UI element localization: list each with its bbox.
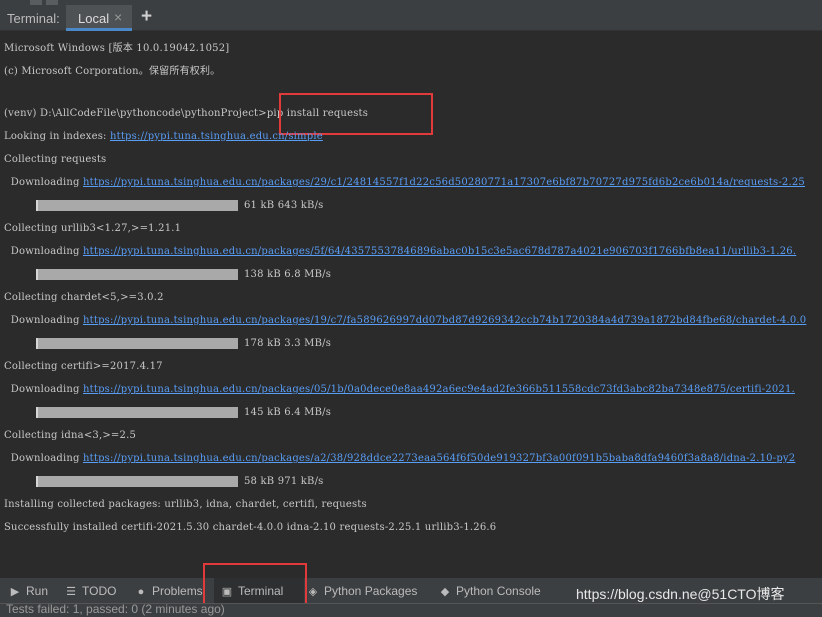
terminal-output[interactable]: Microsoft Windows [版本 10.0.19042.1052] (… (0, 31, 822, 576)
new-tab-plus-icon[interactable]: + (141, 6, 152, 28)
terminal-line: Collecting urllib3<1.27,>=1.21.1 (4, 223, 182, 234)
download-line: Downloading https://pypi.tuna.tsinghua.e… (4, 177, 805, 188)
terminal-line: Successfully installed certifi-2021.5.30… (4, 522, 497, 533)
python-packages-tool-button[interactable]: ◈ Python Packages (306, 578, 418, 604)
python-icon: ◆ (440, 586, 450, 598)
python-console-tool-button[interactable]: ◆ Python Console (438, 578, 541, 604)
progress-bar (36, 200, 238, 211)
python-console-label: Python Console (456, 584, 541, 598)
watermark: https://blog.csdn.ne@51CTO博客 (576, 586, 785, 602)
download-size: 61 kB 643 kB/s (244, 200, 324, 211)
tab-local-label: Local (78, 11, 110, 26)
download-size: 138 kB 6.8 MB/s (244, 269, 332, 280)
download-prefix: Downloading (4, 315, 83, 326)
progress-bar (36, 269, 238, 280)
python-packages-label: Python Packages (324, 584, 418, 598)
terminal-line: Looking in indexes: https://pypi.tuna.ts… (4, 131, 323, 142)
download-prefix: Downloading (4, 453, 83, 464)
progress-bar (36, 338, 238, 349)
download-prefix: Downloading (4, 384, 83, 395)
download-size: 178 kB 3.3 MB/s (244, 338, 332, 349)
download-size: 145 kB 6.4 MB/s (244, 407, 332, 418)
download-prefix: Downloading (4, 177, 83, 188)
terminal-line: Collecting idna<3,>=2.5 (4, 430, 137, 441)
todo-label: TODO (82, 584, 117, 598)
download-line: Downloading https://pypi.tuna.tsinghua.e… (4, 315, 806, 326)
terminal-line: Collecting chardet<5,>=3.0.2 (4, 292, 164, 303)
cube-icon: ◈ (308, 586, 318, 598)
download-line: Downloading https://pypi.tuna.tsinghua.e… (4, 246, 796, 257)
run-label: Run (26, 584, 49, 598)
download-line: Downloading https://pypi.tuna.tsinghua.e… (4, 453, 795, 464)
download-prefix: Downloading (4, 246, 83, 257)
index-label: Looking in indexes: (4, 131, 110, 142)
tab-local[interactable]: Local × (66, 5, 132, 31)
status-text[interactable]: Tests failed: 1, passed: 0 (2 minutes ag… (6, 602, 225, 616)
download-link[interactable]: https://pypi.tuna.tsinghua.edu.cn/packag… (83, 315, 806, 326)
terminal-line: Collecting certifi>=2017.4.17 (4, 361, 163, 372)
download-link[interactable]: https://pypi.tuna.tsinghua.edu.cn/packag… (83, 246, 796, 257)
download-link[interactable]: https://pypi.tuna.tsinghua.edu.cn/packag… (83, 384, 795, 395)
status-bar: Tests failed: 1, passed: 0 (2 minutes ag… (0, 602, 822, 617)
run-tool-button[interactable]: ▶ Run (8, 578, 48, 604)
download-link[interactable]: https://pypi.tuna.tsinghua.edu.cn/packag… (83, 453, 795, 464)
problems-label: Problems (152, 584, 203, 598)
terminal-highlight-box (203, 563, 307, 606)
close-icon[interactable]: × (114, 9, 122, 25)
download-size: 58 kB 971 kB/s (244, 476, 324, 487)
progress-bar (36, 407, 238, 418)
download-link[interactable]: https://pypi.tuna.tsinghua.edu.cn/packag… (83, 177, 805, 188)
command-highlight-box (279, 93, 433, 135)
todo-tool-button[interactable]: ☰ TODO (64, 578, 116, 604)
index-url-link[interactable]: https://pypi.tuna.tsinghua.edu.cn/simple (110, 131, 323, 142)
terminal-tab-bar: Terminal: Local × + (0, 5, 822, 31)
download-line: Downloading https://pypi.tuna.tsinghua.e… (4, 384, 795, 395)
terminal-prompt: (venv) D:\AllCodeFile\pythoncode\pythonP… (4, 108, 267, 119)
progress-bar (36, 476, 238, 487)
terminal-line: Collecting requests (4, 154, 107, 165)
problems-tool-button[interactable]: ● Problems (134, 578, 203, 604)
terminal-panel-title: Terminal: (7, 11, 60, 26)
terminal-line: (c) Microsoft Corporation。保留所有权利。 (4, 66, 221, 77)
terminal-line: Microsoft Windows [版本 10.0.19042.1052] (4, 43, 230, 54)
terminal-line: Installing collected packages: urllib3, … (4, 499, 367, 510)
